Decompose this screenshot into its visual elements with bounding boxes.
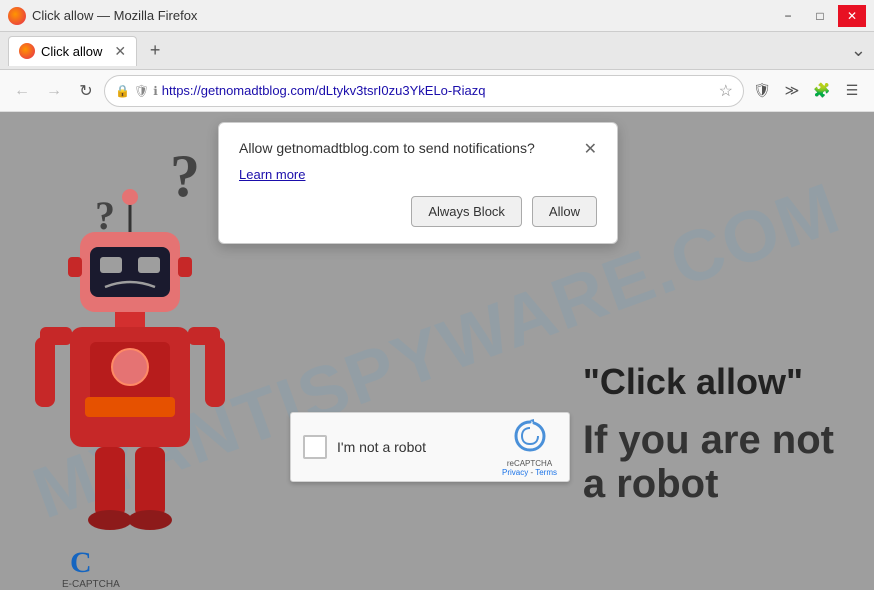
title-bar-left: Click allow — Mozilla Firefox xyxy=(8,7,197,25)
info-icon: ℹ xyxy=(153,84,158,98)
active-tab[interactable]: Click allow ✕ xyxy=(8,36,137,66)
firefox-account-button[interactable]: 🛡 xyxy=(748,77,776,105)
recaptcha-logo-area: reCAPTCHA Privacy - Terms xyxy=(502,418,557,477)
recaptcha-privacy[interactable]: Privacy xyxy=(502,468,528,477)
bottom-logo: C xyxy=(70,546,92,580)
recaptcha-widget[interactable]: I'm not a robot reCAPTCHA Privacy - Term… xyxy=(290,412,570,482)
forward-button[interactable]: → xyxy=(40,77,68,105)
maximize-button[interactable]: □ xyxy=(806,5,834,27)
title-bar: Click allow — Mozilla Firefox − □ ✕ xyxy=(0,0,874,32)
tab-close-button[interactable]: ✕ xyxy=(114,43,126,60)
extensions-button[interactable]: ≫ xyxy=(778,77,806,105)
popup-header: Allow getnomadtblog.com to send notifica… xyxy=(239,139,597,159)
close-button[interactable]: ✕ xyxy=(838,5,866,27)
popup-buttons: Always Block Allow xyxy=(239,196,597,227)
title-bar-controls: − □ ✕ xyxy=(774,5,866,27)
firefox-icon xyxy=(8,7,26,25)
bottom-label: E-CAPTCHA xyxy=(62,579,120,590)
notification-popup: Allow getnomadtblog.com to send notifica… xyxy=(218,122,618,244)
allow-button[interactable]: Allow xyxy=(532,196,597,227)
page-text-line3: a robot xyxy=(583,462,834,506)
url-text: https://getnomadtblog.com/dLtykv3tsrI0zu… xyxy=(162,83,715,98)
address-bar[interactable]: 🔒 🛡 ℹ https://getnomadtblog.com/dLtykv3t… xyxy=(104,75,744,107)
reload-button[interactable]: ↻ xyxy=(72,77,100,105)
back-button[interactable]: ← xyxy=(8,77,36,105)
nav-icons: 🛡 ≫ 🧩 ☰ xyxy=(748,77,866,105)
shield-icon: 🛡 xyxy=(134,84,149,98)
window-title: Click allow — Mozilla Firefox xyxy=(32,8,197,23)
recaptcha-checkbox[interactable] xyxy=(303,435,327,459)
popup-close-button[interactable]: ✕ xyxy=(584,139,597,159)
lock-icon: 🔒 xyxy=(115,84,130,98)
nav-bar: ← → ↻ 🔒 🛡 ℹ https://getnomadtblog.com/dL… xyxy=(0,70,874,112)
tab-favicon xyxy=(19,43,35,59)
bookmark-star-button[interactable]: ☆ xyxy=(719,81,733,101)
popup-title: Allow getnomadtblog.com to send notifica… xyxy=(239,139,576,157)
new-tab-button[interactable]: + xyxy=(141,37,169,65)
page-text-area: "Click allow" If you are not a robot xyxy=(583,362,834,506)
page-text-line2: If you are not xyxy=(583,418,834,462)
page-content: MYANTISPYWARE.COM ? ? xyxy=(0,112,874,590)
recaptcha-brand: reCAPTCHA xyxy=(502,459,557,468)
tab-label: Click allow xyxy=(41,44,102,59)
minimize-button[interactable]: − xyxy=(774,5,802,27)
page-text-line1: "Click allow" xyxy=(583,362,834,402)
always-block-button[interactable]: Always Block xyxy=(411,196,522,227)
profile-button[interactable]: 🧩 xyxy=(808,77,836,105)
recaptcha-terms[interactable]: Terms xyxy=(535,468,557,477)
recaptcha-label: I'm not a robot xyxy=(337,439,426,455)
menu-button[interactable]: ☰ xyxy=(838,77,866,105)
learn-more-link[interactable]: Learn more xyxy=(239,167,597,182)
tab-bar: Click allow ✕ + ⌄ xyxy=(0,32,874,70)
tab-bar-end-button[interactable]: ⌄ xyxy=(851,40,866,61)
